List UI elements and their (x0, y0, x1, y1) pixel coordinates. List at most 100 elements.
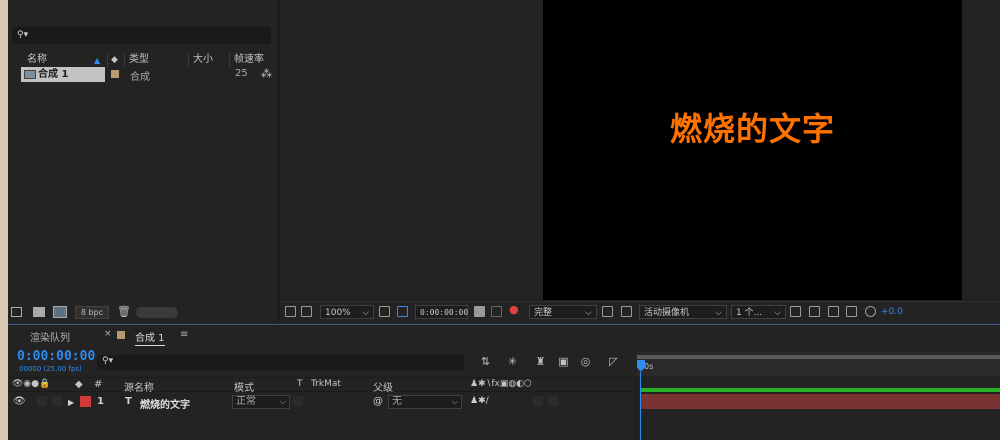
motion-blur-icon[interactable]: ◎ (579, 356, 592, 368)
close-tab-icon[interactable]: × (104, 329, 112, 339)
timeline-icon[interactable] (809, 306, 820, 317)
layer-switches-icons[interactable]: ♟✱∕ (470, 396, 489, 406)
tab-comp-1[interactable]: 合成 1 (135, 329, 165, 346)
ruler-label: 0s (644, 362, 654, 371)
camera-dropdown[interactable]: 活动摄像机 ⌵ (639, 305, 727, 319)
grid-guides-icon[interactable] (379, 306, 390, 317)
region-of-interest-icon[interactable] (397, 306, 408, 317)
project-search-input[interactable]: ⚲▾ (12, 27, 271, 44)
column-divider (107, 53, 108, 67)
switches-icons[interactable]: ♟✱∖fx▣◍◐⬡ (470, 379, 532, 389)
work-area-bar[interactable] (637, 355, 1000, 359)
layer-duration-bar[interactable] (641, 394, 1000, 409)
chevron-down-icon: ⌵ (585, 308, 592, 318)
show-snapshot-icon[interactable] (491, 306, 502, 317)
transparency-grid-icon[interactable] (621, 306, 632, 317)
resolution-dropdown[interactable]: 完整 ⌵ (529, 305, 597, 319)
switch-toggle[interactable] (533, 396, 543, 406)
desktop-edge (0, 0, 8, 440)
camera-value: 活动摄像机 (644, 308, 690, 318)
fast-previews-icon[interactable] (602, 306, 613, 317)
column-name[interactable]: 名称 (27, 53, 47, 67)
new-folder-icon[interactable] (33, 307, 45, 317)
project-item-row[interactable]: 合成 1 合成 25 ⁂ (8, 67, 278, 83)
column-source-name[interactable]: 源名称 (124, 379, 154, 394)
column-size[interactable]: 大小 (193, 53, 213, 67)
column-fps[interactable]: 帧速率 (234, 53, 264, 67)
chevron-down-icon: ⌵ (362, 308, 369, 318)
delete-icon[interactable]: 🗑 (117, 305, 131, 318)
zoom-value: 100% (325, 308, 351, 318)
draft-3d-icon[interactable]: ✳ (506, 356, 519, 368)
new-composition-icon[interactable] (53, 306, 67, 318)
exposure-value[interactable]: +0.0 (881, 305, 903, 319)
project-item-type: 合成 (130, 72, 150, 83)
viewer-timecode[interactable]: 0:00:00:00 (415, 305, 468, 319)
project-toolbar: 8 bpc 🗑 (8, 305, 278, 321)
canvas-text-layer[interactable]: 燃烧的文字 (543, 104, 962, 150)
audio-toggle[interactable] (37, 396, 47, 406)
text-layer-icon: T (125, 396, 132, 407)
layer-number: 1 (97, 396, 104, 407)
chevron-down-icon: ⌵ (451, 397, 458, 406)
layer-label-color[interactable] (80, 396, 91, 407)
project-panel (8, 0, 278, 322)
monitor-icon[interactable] (301, 306, 312, 317)
tab-render-queue[interactable]: 渲染队列 (30, 329, 70, 344)
color-channels-icon[interactable]: ● (509, 303, 519, 317)
viewer-toolbar: 100% ⌵ 0:00:00:00 ● 完整 ⌵ 活动摄像机 ⌵ 1 个... ⌵ +0… (280, 301, 1000, 321)
lock-toggle[interactable] (52, 396, 62, 406)
resolution-value: 完整 (534, 308, 553, 318)
chevron-down-icon: ⌵ (279, 397, 286, 406)
graph-editor-icon[interactable]: ◸ (607, 356, 620, 368)
composition-canvas[interactable]: 燃烧的文字 (543, 0, 962, 300)
frame-blending-icon[interactable]: ▣ (557, 356, 570, 368)
column-divider (124, 53, 125, 67)
sort-arrow-icon: ▲ (94, 56, 101, 65)
switch-toggle[interactable] (548, 396, 558, 406)
bit-depth-button[interactable]: 8 bpc (75, 306, 109, 319)
reset-exposure-icon[interactable] (846, 306, 857, 317)
column-divider (229, 53, 230, 67)
column-parent[interactable]: 父级 (373, 379, 393, 394)
visibility-eye-icon[interactable]: 👁 (13, 396, 26, 407)
project-item-fps: 25 (235, 68, 248, 79)
current-time-display[interactable]: 0:00:00:00 (17, 349, 95, 364)
comp-duration-bar (641, 388, 1000, 392)
layer-name[interactable]: 燃烧的文字 (140, 396, 190, 411)
zoom-dropdown[interactable]: 100% ⌵ (320, 305, 374, 319)
av-features-icons[interactable]: 👁◉●🔒 (12, 379, 50, 389)
label-column-icon[interactable]: ◆ (75, 379, 83, 390)
panel-menu-icon[interactable]: ≡ (180, 329, 188, 340)
always-preview-icon[interactable] (285, 306, 296, 317)
blend-mode-dropdown[interactable]: 正常 ⌵ (232, 395, 290, 409)
frame-rate-display: 00000 (25.00 fps) (19, 365, 82, 373)
chevron-down-icon: ⌵ (774, 308, 781, 318)
column-divider (188, 53, 189, 67)
column-type[interactable]: 类型 (129, 53, 149, 67)
thumbnail-slider[interactable] (136, 307, 178, 318)
column-trkmat[interactable]: TrkMat (311, 379, 341, 389)
column-mode[interactable]: 模式 (234, 379, 254, 394)
comp-flowchart-icon[interactable] (828, 306, 839, 317)
exposure-icon[interactable] (865, 306, 876, 317)
views-dropdown[interactable]: 1 个... ⌵ (731, 305, 786, 319)
parent-dropdown[interactable]: 无 ⌵ (388, 395, 462, 409)
timeline-search-input[interactable]: ⚲▾ (97, 355, 464, 370)
snapshot-icon[interactable] (474, 306, 485, 317)
shy-layers-icon[interactable]: ♜ (534, 356, 547, 368)
comp-mini-flowchart-icon[interactable]: ⇅ (479, 356, 492, 368)
toggle-pixel-aspect-icon[interactable] (790, 306, 801, 317)
flowchart-icon[interactable]: ⁂ (261, 67, 272, 80)
comp-label-swatch (117, 331, 125, 339)
parent-value: 无 (392, 396, 402, 407)
composition-icon (24, 70, 36, 79)
pick-whip-icon[interactable]: @ (373, 396, 383, 407)
expand-triangle-icon[interactable]: ▶ (68, 398, 74, 407)
interpret-footage-icon[interactable] (11, 307, 22, 317)
label-tag-icon[interactable]: ◆ (111, 55, 121, 65)
column-preserve-transparency: T (297, 379, 303, 389)
column-layer-number: # (94, 379, 103, 390)
views-value: 1 个... (736, 308, 763, 318)
preserve-transparency-toggle[interactable] (293, 396, 303, 406)
